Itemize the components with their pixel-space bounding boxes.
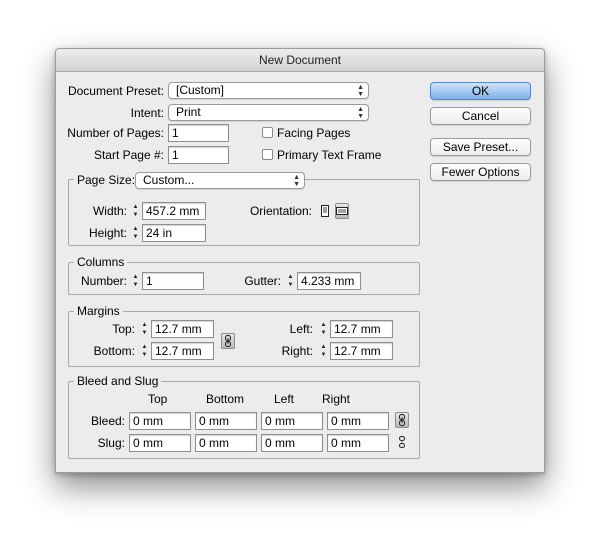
columns-number-field[interactable]: 1 — [142, 272, 204, 290]
width-stepper[interactable]: ▲ ▼ — [131, 202, 140, 220]
bleed-header-left: Left — [274, 392, 295, 406]
columns-number-stepper[interactable]: ▲ ▼ — [131, 272, 140, 290]
margin-right-stepper[interactable]: ▲ ▼ — [319, 342, 328, 360]
page-size-value: Custom... — [143, 173, 195, 187]
num-pages-label: Number of Pages: — [67, 126, 164, 140]
margin-left-label: Left: — [289, 322, 313, 336]
page-size-legend: Page Size: — [74, 173, 139, 187]
margin-right-field[interactable]: 12.7 mm — [330, 342, 393, 360]
gutter-field[interactable]: 4.233 mm — [297, 272, 361, 290]
margin-bottom-stepper[interactable]: ▲ ▼ — [140, 342, 149, 360]
preset-dropdown[interactable]: [Custom] ▲ ▼ — [168, 82, 369, 99]
primary-text-frame-checkbox[interactable] — [262, 149, 273, 160]
width-field[interactable]: 457.2 mm — [142, 202, 206, 220]
margins-link-icon[interactable] — [221, 333, 235, 349]
bleed-top-field[interactable]: 0 mm — [129, 412, 191, 430]
bleed-right-field[interactable]: 0 mm — [327, 412, 389, 430]
margin-top-field[interactable]: 12.7 mm — [151, 320, 214, 338]
bleed-slug-legend: Bleed and Slug — [74, 374, 162, 388]
dialog-title: New Document — [56, 49, 544, 72]
dropdown-arrows-icon: ▲ ▼ — [357, 84, 364, 98]
slug-bottom-field[interactable]: 0 mm — [195, 434, 257, 452]
ok-button[interactable]: OK — [430, 82, 531, 100]
landscape-orientation-icon[interactable] — [335, 203, 349, 219]
portrait-orientation-icon[interactable] — [318, 203, 332, 219]
facing-pages-checkbox[interactable] — [262, 127, 273, 138]
fewer-options-button[interactable]: Fewer Options — [430, 163, 531, 181]
margin-bottom-field[interactable]: 12.7 mm — [151, 342, 214, 360]
margin-left-field[interactable]: 12.7 mm — [330, 320, 393, 338]
dropdown-arrows-icon: ▲ ▼ — [357, 106, 364, 120]
width-label: Width: — [92, 204, 127, 218]
slug-link-icon[interactable] — [395, 434, 409, 450]
start-page-field[interactable]: 1 — [168, 146, 229, 164]
bleed-left-field[interactable]: 0 mm — [261, 412, 323, 430]
height-stepper[interactable]: ▲ ▼ — [131, 224, 140, 242]
bleed-label: Bleed: — [90, 414, 125, 428]
new-document-dialog: New Document Document Preset: [Custom] ▲… — [55, 48, 545, 473]
start-page-label: Start Page #: — [93, 148, 164, 162]
num-pages-field[interactable]: 1 — [168, 124, 229, 142]
cancel-button[interactable]: Cancel — [430, 107, 531, 125]
height-field[interactable]: 24 in — [142, 224, 206, 242]
columns-number-label: Number: — [80, 274, 127, 288]
bleed-header-top: Top — [148, 392, 168, 406]
bleed-header-right: Right — [322, 392, 351, 406]
margin-bottom-label: Bottom: — [93, 344, 135, 358]
bleed-header-bottom: Bottom — [206, 392, 245, 406]
slug-label: Slug: — [97, 436, 125, 450]
height-label: Height: — [88, 226, 127, 240]
margins-legend: Margins — [74, 304, 123, 318]
columns-legend: Columns — [74, 255, 128, 269]
bleed-bottom-field[interactable]: 0 mm — [195, 412, 257, 430]
orientation-label: Orientation: — [249, 204, 312, 218]
margin-right-label: Right: — [281, 344, 313, 358]
margin-top-stepper[interactable]: ▲ ▼ — [140, 320, 149, 338]
dropdown-arrows-icon: ▲ ▼ — [293, 174, 300, 188]
margin-top-label: Top: — [112, 322, 135, 336]
bleed-link-icon[interactable] — [395, 412, 409, 428]
slug-top-field[interactable]: 0 mm — [129, 434, 191, 452]
gutter-label: Gutter: — [244, 274, 281, 288]
intent-dropdown[interactable]: Print ▲ ▼ — [168, 104, 369, 121]
slug-left-field[interactable]: 0 mm — [261, 434, 323, 452]
intent-value: Print — [176, 105, 201, 119]
intent-label: Intent: — [130, 106, 164, 120]
gutter-stepper[interactable]: ▲ ▼ — [286, 272, 295, 290]
page-size-dropdown[interactable]: Custom... ▲ ▼ — [135, 172, 305, 189]
preset-label: Document Preset: — [67, 84, 164, 98]
slug-right-field[interactable]: 0 mm — [327, 434, 389, 452]
facing-pages-label: Facing Pages — [277, 126, 351, 140]
margin-left-stepper[interactable]: ▲ ▼ — [319, 320, 328, 338]
primary-text-frame-label: Primary Text Frame — [277, 148, 382, 162]
preset-value: [Custom] — [176, 83, 225, 97]
save-preset-button[interactable]: Save Preset... — [430, 138, 531, 156]
